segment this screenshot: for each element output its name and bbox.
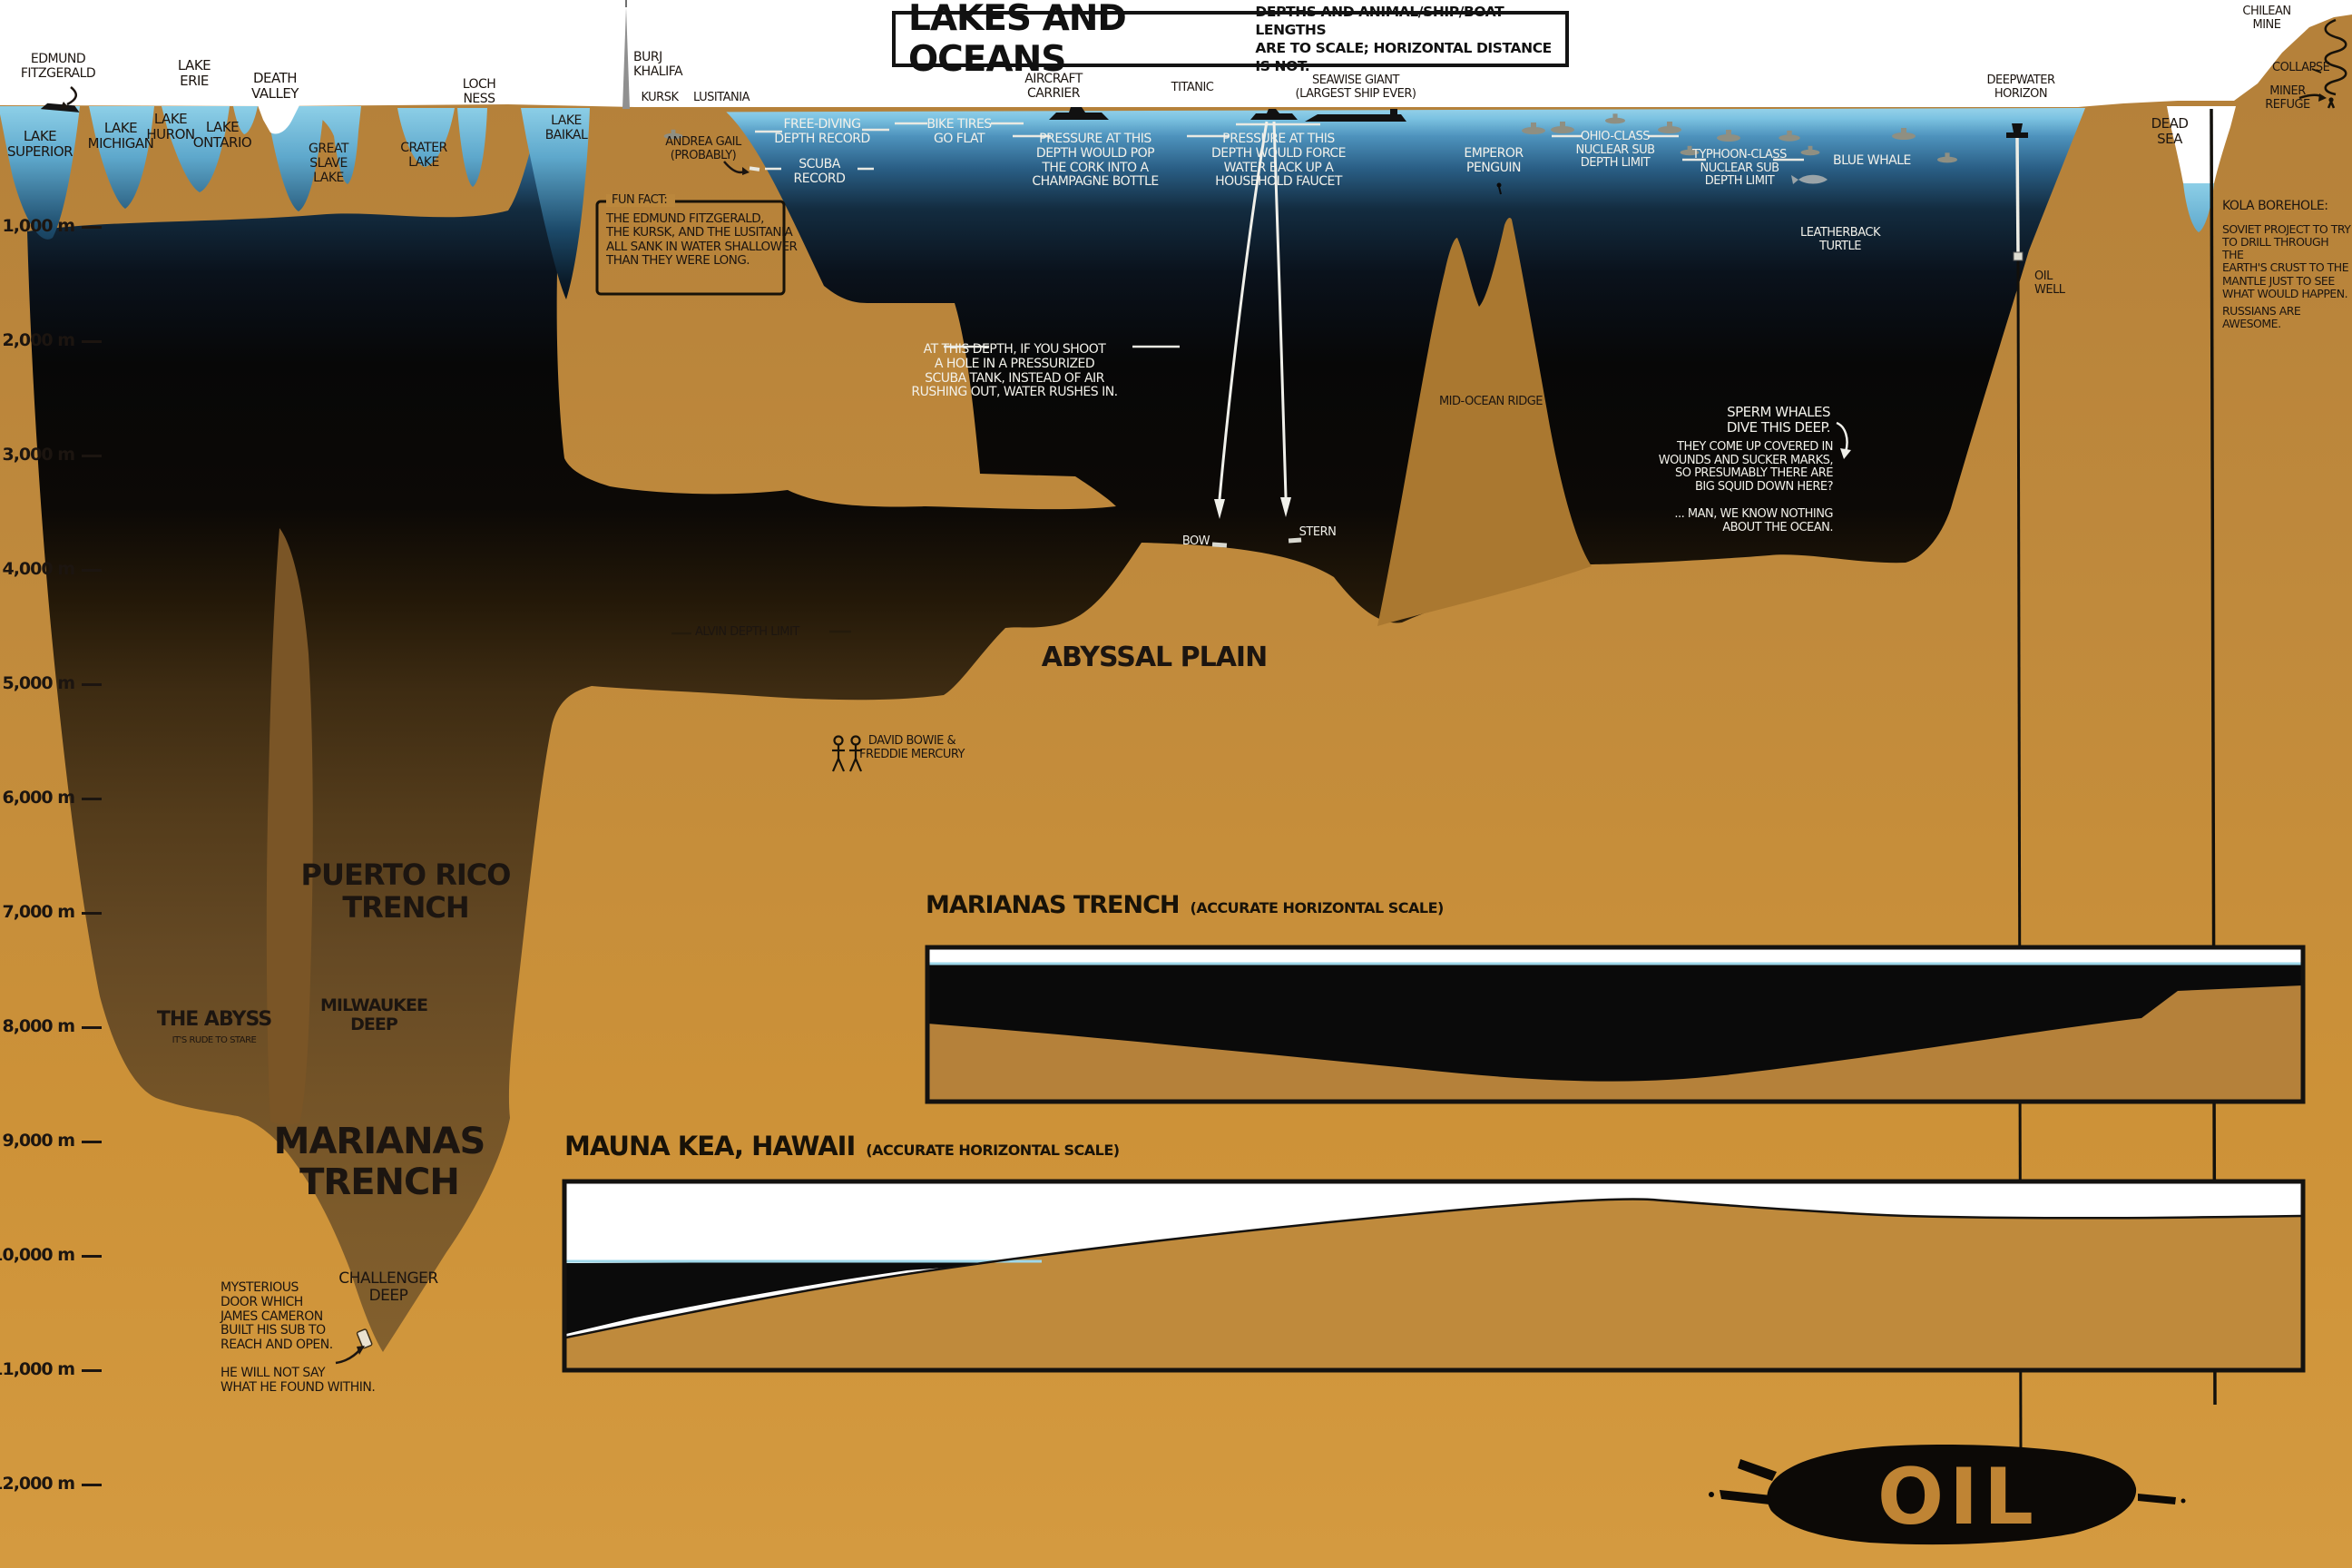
label-stern: STERN: [1298, 525, 1337, 539]
label-oil-well: OIL WELL: [2034, 270, 2065, 297]
label-alvin-depth-limit: ALVIN DEPTH LIMIT: [695, 625, 799, 639]
depth-tick-label-8: 8,000 m: [2, 1016, 75, 1036]
depth-tick-mark-2: [82, 340, 102, 343]
lakes-and-oceans-infographic: LAKES AND OCEANS DEPTHS AND ANIMAL/SHIP/…: [0, 0, 2352, 1568]
label-kursk: KURSK: [641, 91, 679, 104]
label-crater-lake: CRATER LAKE: [400, 141, 447, 170]
depth-tick-label-2: 2,000 m: [2, 330, 75, 350]
label-free-diving-record: FREE-DIVING DEPTH RECORD: [774, 117, 870, 146]
label-blue-whale: BLUE WHALE: [1833, 153, 1911, 168]
depth-tick-label-9: 9,000 m: [2, 1131, 75, 1151]
label-the-abyss: THE ABYSS: [156, 1008, 272, 1031]
note-pressure-cork: PRESSURE AT THIS DEPTH WOULD POP THE COR…: [1032, 132, 1159, 190]
fun-fact-heading: FUN FACT:: [612, 193, 668, 207]
label-challenger-deep: CHALLENGER DEEP: [338, 1269, 438, 1306]
depth-tick-mark-7: [82, 912, 102, 915]
note-kola-body: SOVIET PROJECT TO TRY TO DRILL THROUGH T…: [2222, 222, 2351, 300]
note-kola-heading: KOLA BOREHOLE:: [2222, 199, 2328, 213]
label-mid-ocean-ridge: MID-OCEAN RIDGE: [1438, 395, 1544, 408]
label-chilean-mine: CHILEAN MINE: [2242, 5, 2291, 32]
note-scuba-tank: AT THIS DEPTH, IF YOU SHOOT A HOLE IN A …: [911, 342, 1118, 400]
label-lake-ontario: LAKE ONTARIO: [192, 119, 252, 151]
depth-tick-mark-9: [82, 1141, 102, 1143]
label-the-abyss-sub: IT'S RUDE TO STARE: [172, 1035, 257, 1045]
depth-tick-label-11: 11,000 m: [0, 1359, 75, 1379]
depth-tick-mark-12: [82, 1484, 102, 1486]
label-seawise-giant: SEAWISE GIANT (LARGEST SHIP EVER): [1295, 74, 1416, 101]
label-david-bowie: DAVID BOWIE & FREDDIE MERCURY: [859, 734, 965, 761]
label-aircraft-carrier: AIRCRAFT CARRIER: [1024, 72, 1083, 101]
label-titanic: TITANIC: [1171, 81, 1214, 94]
note-pressure-faucet: PRESSURE AT THIS DEPTH WOULD FORCE WATER…: [1211, 132, 1346, 190]
label-andrea-gail: ANDREA GAIL (PROBABLY): [665, 135, 741, 162]
note-know-nothing: ... MAN, WE KNOW NOTHING ABOUT THE OCEAN…: [1674, 507, 1833, 534]
depth-tick-mark-5: [82, 683, 102, 686]
label-lake-michigan: LAKE MICHIGAN: [87, 120, 154, 152]
label-lake-huron: LAKE HURON: [146, 111, 195, 142]
label-miner-refuge: MINER REFUGE: [2265, 84, 2310, 112]
label-bike-tires: BIKE TIRES GO FLAT: [926, 117, 992, 146]
depth-tick-label-1: 1,000 m: [2, 216, 75, 236]
label-leatherback-turtle: LEATHERBACK TURTLE: [1800, 226, 1881, 253]
note-mysterious-door: MYSTERIOUS DOOR WHICH JAMES CAMERON BUIL…: [220, 1280, 333, 1353]
note-kola-awesome: RUSSIANS ARE AWESOME.: [2222, 304, 2301, 331]
note-sperm-whales: SPERM WHALES DIVE THIS DEEP.: [1726, 404, 1831, 436]
depth-tick-label-3: 3,000 m: [2, 445, 75, 465]
depth-tick-mark-4: [82, 569, 102, 572]
annotation-layer: EDMUND FITZGERALD LAKE SUPERIOR LAKE MICHI…: [0, 0, 2352, 1568]
label-collapse: COLLAPSE: [2272, 61, 2330, 74]
label-death-valley: DEATH VALLEY: [251, 70, 299, 102]
note-sperm-whales-squid: THEY COME UP COVERED IN WOUNDS AND SUCKE…: [1658, 440, 1834, 495]
depth-tick-label-6: 6,000 m: [2, 788, 75, 808]
label-lake-baikal: LAKE BAIKAL: [544, 113, 588, 142]
label-burj-khalifa: BURJ KHALIFA: [633, 50, 683, 79]
depth-tick-label-12: 12,000 m: [0, 1474, 75, 1494]
depth-tick-mark-11: [82, 1369, 102, 1372]
label-marianas-trench: MARIANAS TRENCH: [273, 1121, 486, 1204]
label-ohio-class: OHIO-CLASS NUCLEAR SUB DEPTH LIMIT: [1575, 130, 1655, 171]
depth-tick-label-10: 10,000 m: [0, 1245, 75, 1265]
depth-tick-mark-6: [82, 798, 102, 800]
label-bow: BOW: [1181, 534, 1210, 548]
label-edmund-fitzgerald: EDMUND FITZGERALD: [20, 52, 96, 81]
label-lake-superior: LAKE SUPERIOR: [6, 128, 74, 160]
depth-tick-label-5: 5,000 m: [2, 673, 75, 693]
label-dead-sea: DEAD SEA: [2151, 115, 2189, 147]
label-lake-erie: LAKE ERIE: [177, 57, 211, 89]
depth-tick-mark-10: [82, 1255, 102, 1258]
depth-tick-mark-8: [82, 1026, 102, 1029]
label-typhoon-class: TYPHOON-CLASS NUCLEAR SUB DEPTH LIMIT: [1692, 148, 1787, 189]
label-loch-ness: LOCH NESS: [462, 77, 496, 106]
depth-tick-mark-1: [82, 226, 102, 229]
label-great-slave-lake: GREAT SLAVE LAKE: [309, 142, 348, 185]
label-scuba-record: SCUBA RECORD: [793, 157, 846, 186]
label-lusitania: LUSITANIA: [693, 91, 750, 104]
label-puerto-rico-trench: PUERTO RICO TRENCH: [300, 858, 512, 926]
label-emperor-penguin: EMPEROR PENGUIN: [1464, 146, 1524, 175]
label-abyssal-plain: ABYSSAL PLAIN: [1041, 642, 1268, 673]
depth-tick-label-7: 7,000 m: [2, 902, 75, 922]
label-deepwater-horizon: DEEPWATER HORIZON: [1986, 74, 2056, 101]
label-milwaukee-deep: MILWAUKEE DEEP: [320, 995, 428, 1035]
fun-fact-body: THE EDMUND FITZGERALD, THE KURSK, AND TH…: [606, 211, 798, 268]
depth-tick-label-4: 4,000 m: [2, 559, 75, 579]
depth-tick-mark-3: [82, 455, 102, 457]
note-he-will-not-say: HE WILL NOT SAY WHAT HE FOUND WITHIN.: [220, 1366, 376, 1395]
